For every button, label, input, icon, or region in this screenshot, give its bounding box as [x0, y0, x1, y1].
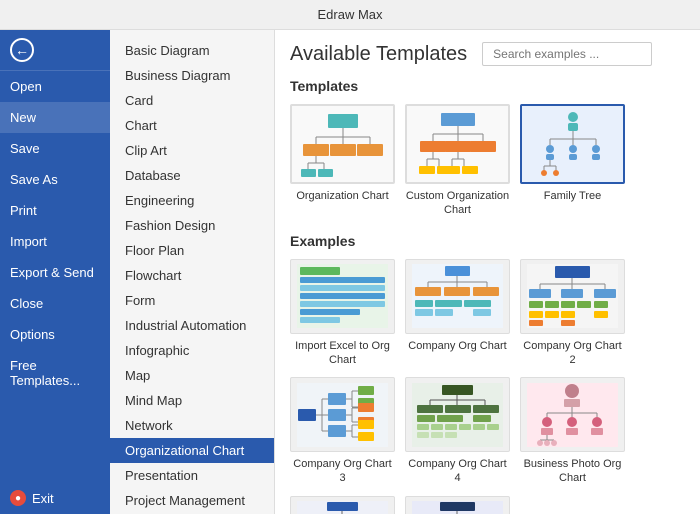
example-service-enterprise-org[interactable]: Service Enterprise Org Chart — [405, 496, 510, 514]
templates-section-title: Templates — [290, 78, 685, 94]
templates-grid: Organization Chart — [290, 104, 685, 218]
example-company-org-4-label: Company Org Chart 4 — [405, 457, 510, 486]
category-clip-art[interactable]: Clip Art — [110, 138, 274, 163]
sidebar-item-close[interactable]: Close — [0, 288, 110, 319]
example-service-enterprise-org-thumb — [405, 496, 510, 514]
category-basic-diagram[interactable]: Basic Diagram — [110, 38, 274, 63]
category-chart[interactable]: Chart — [110, 113, 274, 138]
sidebar-item-save-as[interactable]: Save As — [0, 164, 110, 195]
category-panel: Basic Diagram Business Diagram Card Char… — [110, 30, 275, 514]
category-business-diagram[interactable]: Business Diagram — [110, 63, 274, 88]
sidebar-item-new[interactable]: New — [0, 102, 110, 133]
exit-button[interactable]: ● Exit — [0, 482, 110, 514]
template-custom-org-chart[interactable]: Custom Organization Chart — [405, 104, 510, 218]
example-company-org-2-thumb — [520, 259, 625, 334]
sidebar-item-free-templates[interactable]: Free Templates... — [0, 350, 110, 396]
example-company-org-1-label: Company Org Chart — [405, 339, 510, 353]
example-company-org-2-label: Company Org Chart 2 — [520, 339, 625, 368]
category-infographic[interactable]: Infographic — [110, 338, 274, 363]
example-hierarchical-org[interactable]: Hierarchical Org Chart — [290, 496, 395, 514]
category-industrial-automation[interactable]: Industrial Automation — [110, 313, 274, 338]
exit-label: Exit — [32, 491, 54, 506]
examples-section-title: Examples — [290, 233, 685, 249]
examples-grid: Import Excel to Org Chart — [290, 259, 685, 514]
category-organizational-chart[interactable]: Organizational Chart — [110, 438, 274, 463]
sidebar-item-options[interactable]: Options — [0, 319, 110, 350]
example-company-org-3-thumb — [290, 377, 395, 452]
template-family-tree-thumb — [520, 104, 625, 184]
example-hierarchical-org-thumb — [290, 496, 395, 514]
title-bar: Edraw Max — [0, 0, 700, 30]
content-area: Available Templates Templates — [275, 30, 700, 514]
template-custom-org-chart-thumb — [405, 104, 510, 184]
back-circle-icon: ← — [10, 38, 34, 62]
main-area: ← Open New Save Save As Print Import Exp… — [0, 30, 700, 514]
template-custom-org-label: Custom Organization Chart — [405, 189, 510, 218]
page-title: Available Templates — [290, 43, 467, 66]
sidebar-item-import[interactable]: Import — [0, 226, 110, 257]
template-org-chart-label: Organization Chart — [290, 189, 395, 203]
category-fashion-design[interactable]: Fashion Design — [110, 213, 274, 238]
category-presentation[interactable]: Presentation — [110, 463, 274, 488]
template-org-chart[interactable]: Organization Chart — [290, 104, 395, 218]
content-header: Available Templates — [290, 42, 685, 66]
sidebar-item-save[interactable]: Save — [0, 133, 110, 164]
example-company-org-3[interactable]: Company Org Chart 3 — [290, 377, 395, 486]
category-form[interactable]: Form — [110, 288, 274, 313]
sidebar-item-export-send[interactable]: Export & Send — [0, 257, 110, 288]
app-title: Edraw Max — [317, 7, 382, 22]
category-map[interactable]: Map — [110, 363, 274, 388]
sidebar-item-print[interactable]: Print — [0, 195, 110, 226]
sidebar: ← Open New Save Save As Print Import Exp… — [0, 30, 110, 514]
example-company-org-2[interactable]: Company Org Chart 2 — [520, 259, 625, 368]
exit-icon: ● — [10, 490, 26, 506]
back-button[interactable]: ← — [0, 30, 110, 71]
example-import-excel-thumb — [290, 259, 395, 334]
template-family-tree-label: Family Tree — [520, 189, 625, 203]
search-input[interactable] — [482, 42, 652, 66]
example-company-org-1-thumb — [405, 259, 510, 334]
example-company-org-3-label: Company Org Chart 3 — [290, 457, 395, 486]
example-import-excel-label: Import Excel to Org Chart — [290, 339, 395, 368]
example-import-excel[interactable]: Import Excel to Org Chart — [290, 259, 395, 368]
template-family-tree[interactable]: Family Tree — [520, 104, 625, 218]
category-mind-map[interactable]: Mind Map — [110, 388, 274, 413]
example-company-org-1[interactable]: Company Org Chart — [405, 259, 510, 368]
category-flowchart[interactable]: Flowchart — [110, 263, 274, 288]
example-business-photo-org[interactable]: Business Photo Org Chart — [520, 377, 625, 486]
category-engineering[interactable]: Engineering — [110, 188, 274, 213]
category-project-management[interactable]: Project Management — [110, 488, 274, 513]
category-database[interactable]: Database — [110, 163, 274, 188]
category-floor-plan[interactable]: Floor Plan — [110, 238, 274, 263]
example-company-org-4[interactable]: Company Org Chart 4 — [405, 377, 510, 486]
example-company-org-4-thumb — [405, 377, 510, 452]
template-org-chart-thumb — [290, 104, 395, 184]
sidebar-item-open[interactable]: Open — [0, 71, 110, 102]
category-card[interactable]: Card — [110, 88, 274, 113]
example-business-photo-org-thumb — [520, 377, 625, 452]
example-business-photo-org-label: Business Photo Org Chart — [520, 457, 625, 486]
category-network[interactable]: Network — [110, 413, 274, 438]
